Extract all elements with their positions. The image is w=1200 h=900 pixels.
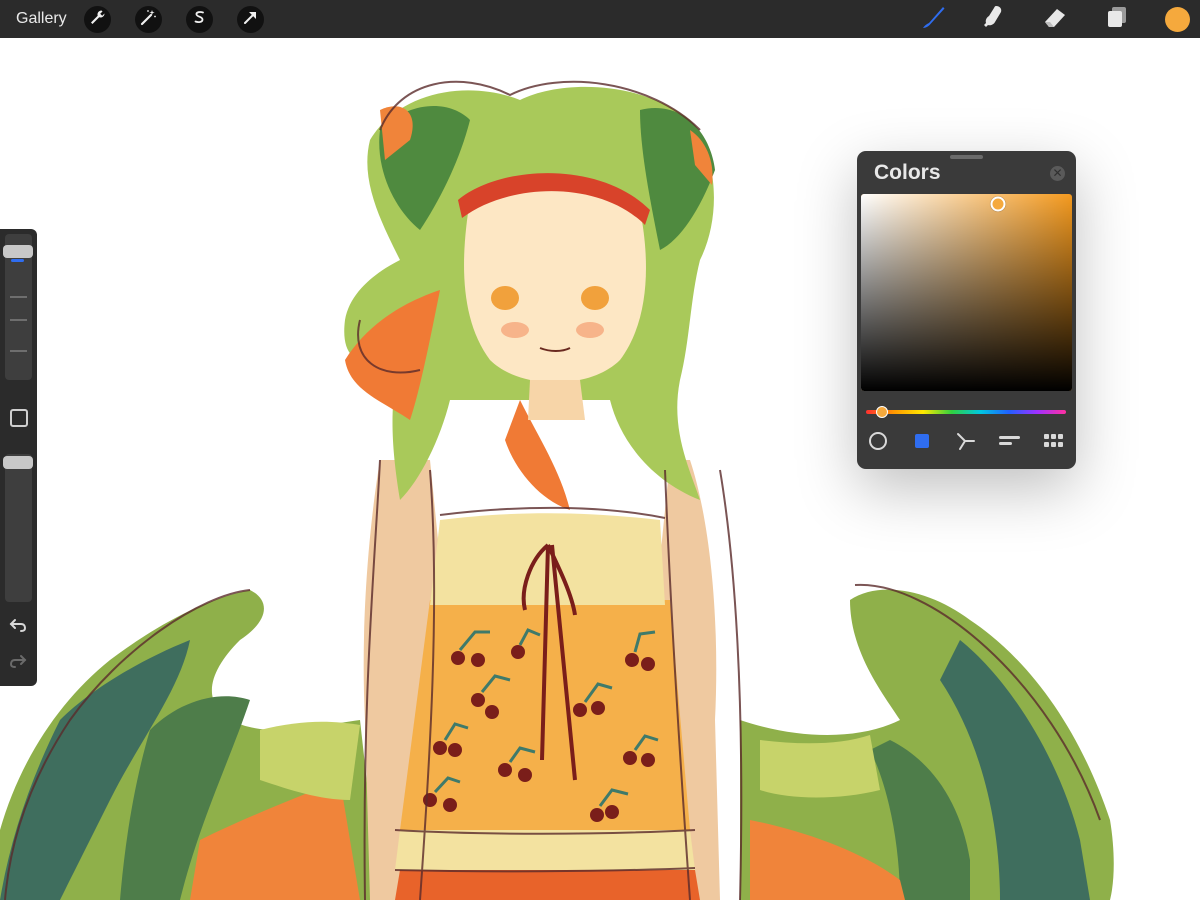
gallery-button[interactable]: Gallery [16,10,67,28]
opacity-slider[interactable] [3,454,33,602]
selection-button[interactable] [186,6,213,33]
brush-size-slider[interactable] [3,234,33,380]
disc-mode-button[interactable] [865,430,891,456]
value-mode-icon [998,434,1022,453]
harmony-mode-icon [956,431,976,456]
smudge-tool-button[interactable] [979,4,1009,34]
value-mode-button[interactable] [997,430,1023,456]
brush-icon [919,3,947,36]
top-toolbar: Gallery [0,0,1200,38]
undo-icon[interactable] [9,617,27,638]
brush-tool-button[interactable] [918,4,948,34]
colors-panel: Colors ✕ [857,151,1076,469]
smudge-icon [980,3,1008,36]
transform-button[interactable] [237,6,264,33]
slider-tick [10,319,27,321]
harmony-mode-button[interactable] [953,430,979,456]
redo-icon[interactable] [9,653,27,674]
selection-s-icon [191,9,208,31]
palettes-mode-button[interactable] [1041,430,1067,456]
arrow-cursor-icon [242,9,259,31]
actions-button[interactable] [84,6,111,33]
classic-mode-button[interactable] [909,430,935,456]
slider-tick [10,296,27,298]
eraser-tool-button[interactable] [1040,4,1070,34]
panel-title: Colors [874,161,941,184]
wrench-icon [89,9,106,31]
hue-slider-knob[interactable] [876,406,888,418]
opacity-thumb[interactable] [3,456,33,469]
sv-black-gradient [861,194,1072,391]
adjustments-button[interactable] [135,6,162,33]
slider-tick [10,350,27,352]
brush-size-thumb[interactable] [3,244,33,262]
saturation-brightness-picker[interactable] [861,194,1072,391]
color-picker-marker[interactable] [990,196,1006,212]
size-indicator [11,258,24,262]
layers-button[interactable] [1102,4,1132,34]
close-icon[interactable]: ✕ [1050,166,1065,181]
layers-icon [1103,3,1131,36]
eraser-icon [1041,3,1069,36]
modify-square-icon[interactable] [10,409,28,427]
hue-slider[interactable] [866,406,1066,418]
left-sidebar [0,229,37,686]
classic-mode-icon [914,433,930,454]
magic-wand-icon [140,9,157,31]
current-color-swatch[interactable] [1165,7,1190,32]
panel-drag-handle[interactable] [950,155,983,159]
palettes-mode-icon [1043,433,1065,454]
disc-mode-icon [868,431,888,456]
